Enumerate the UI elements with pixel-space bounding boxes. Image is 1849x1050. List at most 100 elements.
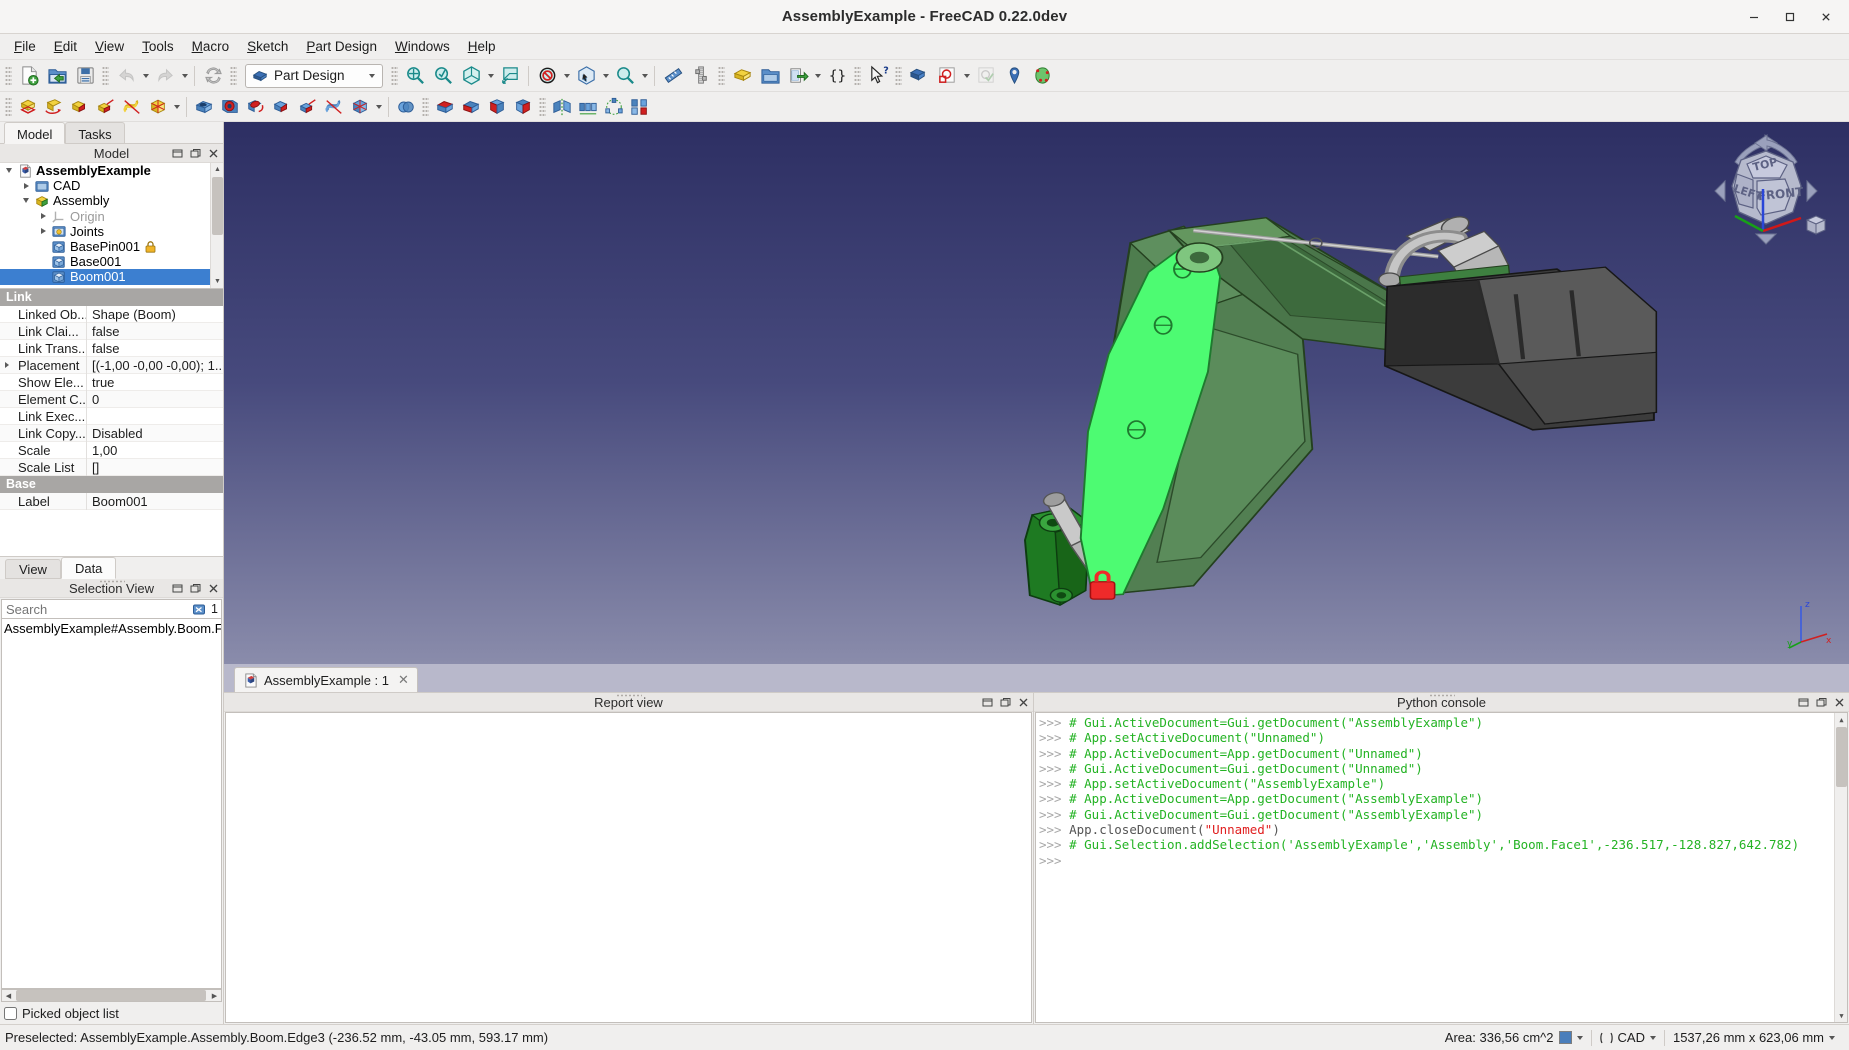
groove-icon[interactable] <box>243 94 269 120</box>
edit-sketch-icon[interactable] <box>972 63 1000 89</box>
property-row[interactable]: Scale1,00 <box>0 442 223 459</box>
multi-transform-icon[interactable] <box>627 94 653 120</box>
workbench-caret[interactable] <box>366 63 378 89</box>
collapse-icon[interactable] <box>1797 696 1810 709</box>
tab-view[interactable]: View <box>5 559 61 579</box>
close-button[interactable] <box>1809 3 1843 31</box>
dock-drag-handle[interactable] <box>99 580 125 583</box>
tree-item-origin[interactable]: Origin <box>0 209 223 224</box>
property-value[interactable]: Boom001 <box>86 493 223 510</box>
menu-sketch[interactable]: Sketch <box>238 36 297 57</box>
menu-macro[interactable]: Macro <box>183 36 239 57</box>
selection-list[interactable]: AssemblyExample#Assembly.Boom.Face1 <box>1 619 222 989</box>
dimensions-indicator[interactable]: 1537,26 mm x 623,06 mm <box>1665 1030 1843 1045</box>
property-row[interactable]: Element C...0 <box>0 391 223 408</box>
expression-icon[interactable]: {} <box>823 63 851 89</box>
excavator-arm-model[interactable] <box>224 122 1849 664</box>
hole-icon[interactable] <box>217 94 243 120</box>
additive-helix-icon[interactable] <box>119 94 145 120</box>
picked-object-list-checkbox[interactable] <box>4 1007 17 1020</box>
property-value[interactable]: 1,00 <box>86 442 223 459</box>
toolbar-grip[interactable] <box>102 66 109 86</box>
property-value[interactable]: true <box>86 374 223 391</box>
float-icon[interactable] <box>189 147 202 160</box>
hscroll-left[interactable]: ◀ <box>2 990 15 1001</box>
close-icon[interactable] <box>1833 696 1846 709</box>
tree-item-base001[interactable]: Base001 <box>0 254 223 269</box>
tree-vertical-scrollbar[interactable]: ▲ ▼ <box>210 163 223 288</box>
collapse-icon[interactable] <box>981 696 994 709</box>
box-selection-icon[interactable] <box>572 63 600 89</box>
redo-dropdown-caret[interactable] <box>179 63 190 89</box>
report-view-output[interactable] <box>225 712 1032 1023</box>
draw-style-icon[interactable] <box>496 63 524 89</box>
map-sketch-icon[interactable] <box>1000 63 1028 89</box>
property-row[interactable]: LabelBoom001 <box>0 493 223 510</box>
tree-scroll-up[interactable]: ▲ <box>211 163 223 176</box>
validate-sketch-icon[interactable] <box>1028 63 1056 89</box>
additive-primitive-icon[interactable] <box>145 94 171 120</box>
zoom-selection-icon[interactable] <box>611 63 639 89</box>
python-console-output[interactable]: >>> # Gui.ActiveDocument=Gui.getDocument… <box>1035 712 1848 1023</box>
property-row[interactable]: Linked Ob...Shape (Boom) <box>0 306 223 323</box>
close-icon[interactable] <box>207 147 220 160</box>
area-dropdown-caret[interactable] <box>1577 1036 1583 1040</box>
navigation-cube[interactable]: TOP LEFT FRONT <box>1701 134 1831 259</box>
toolbar-grip[interactable] <box>718 66 725 86</box>
clipping-dropdown-caret[interactable] <box>561 63 572 89</box>
subtractive-primitive-caret[interactable] <box>373 94 384 120</box>
box-selection-dropdown-caret[interactable] <box>600 63 611 89</box>
menu-edit[interactable]: Edit <box>45 36 86 57</box>
toolbar-grip[interactable] <box>854 66 861 86</box>
mdi-tab-assemblyexample[interactable]: AssemblyExample : 1 ✕ <box>234 667 418 692</box>
property-row[interactable]: Placement[(-1,00 -0,00 -0,00); 1... <box>0 357 223 374</box>
axonometric-view-icon[interactable] <box>457 63 485 89</box>
mdi-tab-close-icon[interactable]: ✕ <box>398 672 409 688</box>
bucket-part[interactable] <box>1385 267 1656 430</box>
property-row[interactable]: Scale List[] <box>0 459 223 476</box>
subtractive-pipe-icon[interactable] <box>295 94 321 120</box>
area-color-swatch[interactable] <box>1559 1031 1572 1044</box>
collapse-icon[interactable] <box>171 147 184 160</box>
new-document-icon[interactable] <box>15 63 43 89</box>
chevron-right-icon[interactable] <box>0 362 13 368</box>
sketch-dropdown-caret[interactable] <box>961 63 972 89</box>
undo-icon[interactable] <box>112 63 140 89</box>
additive-loft-icon[interactable] <box>67 94 93 120</box>
toolbar-grip[interactable] <box>5 66 12 86</box>
tree-item-cad[interactable]: CAD <box>0 178 223 193</box>
fit-selection-icon[interactable] <box>429 63 457 89</box>
property-row[interactable]: Show Ele...true <box>0 374 223 391</box>
axonometric-dropdown-caret[interactable] <box>485 63 496 89</box>
hscroll-right[interactable]: ▶ <box>208 990 221 1001</box>
python-console-scrollbar[interactable]: ▲ ▼ <box>1834 713 1847 1022</box>
boolean-icon[interactable] <box>393 94 419 120</box>
link-dropdown-caret[interactable] <box>812 63 823 89</box>
maximize-button[interactable] <box>1773 3 1807 31</box>
menu-part-design[interactable]: Part Design <box>297 36 386 57</box>
property-value[interactable] <box>86 408 223 425</box>
subtractive-primitive-icon[interactable] <box>347 94 373 120</box>
workbench-selector[interactable]: Part Design <box>245 64 383 88</box>
caliper-icon[interactable] <box>687 63 715 89</box>
float-icon[interactable] <box>999 696 1012 709</box>
open-document-icon[interactable] <box>43 63 71 89</box>
subtractive-helix-icon[interactable] <box>321 94 347 120</box>
polar-pattern-icon[interactable] <box>601 94 627 120</box>
tree-item-basepin001[interactable]: BasePin001 <box>0 239 223 254</box>
refresh-icon[interactable] <box>199 63 227 89</box>
close-icon[interactable] <box>1017 696 1030 709</box>
link-icon[interactable] <box>784 63 812 89</box>
create-sketch-icon[interactable] <box>933 63 961 89</box>
minimize-button[interactable] <box>1737 3 1771 31</box>
chevron-right-icon[interactable] <box>36 228 50 234</box>
property-value[interactable]: Shape (Boom) <box>86 306 223 323</box>
unit-dropdown-caret[interactable] <box>1650 1036 1656 1040</box>
chevron-down-icon[interactable] <box>2 168 16 173</box>
selection-horizontal-scrollbar[interactable]: ◀ ▶ <box>1 989 222 1002</box>
subtractive-loft-icon[interactable] <box>269 94 295 120</box>
unit-system-indicator[interactable]: CAD <box>1592 1030 1664 1045</box>
revolution-icon[interactable] <box>41 94 67 120</box>
property-row[interactable]: Link Clai...false <box>0 323 223 340</box>
property-value[interactable]: false <box>86 323 223 340</box>
